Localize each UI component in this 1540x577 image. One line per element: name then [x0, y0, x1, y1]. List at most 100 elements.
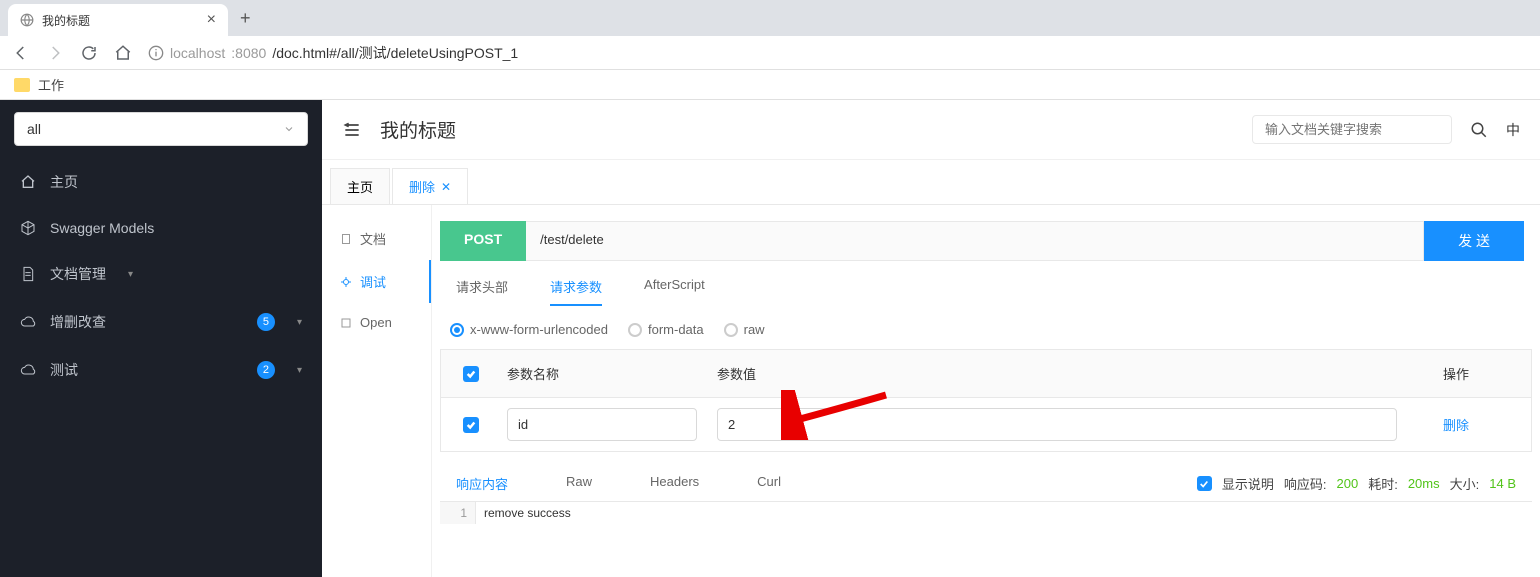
- api-group-select[interactable]: all: [14, 112, 308, 146]
- param-value-input[interactable]: [717, 408, 1397, 441]
- status-value: 200: [1337, 476, 1359, 491]
- file-icon: [20, 266, 36, 282]
- forward-icon[interactable]: [46, 44, 64, 62]
- bookmark-item[interactable]: 工作: [38, 75, 64, 94]
- subnav-open[interactable]: Open: [322, 303, 431, 342]
- radio-icon: [628, 323, 642, 337]
- url-host: localhost: [170, 45, 225, 61]
- sidebar-item-test[interactable]: 测试 2 ▾: [0, 346, 322, 394]
- response-body: 1 remove success: [440, 501, 1532, 524]
- search-icon[interactable]: [1470, 121, 1488, 139]
- subnav-debug[interactable]: 调试: [322, 260, 431, 303]
- col-name: 参数名称: [501, 354, 711, 393]
- radio-icon: [724, 323, 738, 337]
- method-badge: POST: [440, 221, 526, 261]
- show-desc-label: 显示说明: [1222, 474, 1274, 493]
- bookmark-bar: 工作: [0, 70, 1540, 100]
- api-select-value: all: [27, 121, 41, 137]
- tab-home[interactable]: 主页: [330, 168, 390, 204]
- resptab-content[interactable]: 响应内容: [456, 474, 508, 493]
- resptab-curl[interactable]: Curl: [757, 474, 781, 493]
- close-icon[interactable]: ✕: [441, 180, 451, 194]
- new-tab-button[interactable]: +: [228, 8, 263, 29]
- param-table: 参数名称 参数值 操作: [440, 349, 1532, 452]
- col-op: 操作: [1431, 350, 1531, 397]
- cloud-icon: [20, 314, 36, 330]
- sidebar-item-label: Swagger Models: [50, 220, 154, 236]
- request-path[interactable]: /test/delete: [526, 221, 1424, 261]
- chevron-down-icon: ▾: [128, 269, 133, 280]
- browser-chrome: 我的标题 × + localhost:8080/doc.html#/all/测试…: [0, 0, 1540, 100]
- chevron-down-icon: [283, 123, 295, 135]
- doc-area: POST /test/delete 发 送 请求头部 请求参数 AfterScr…: [432, 205, 1540, 577]
- open-icon: [340, 317, 352, 329]
- status-label: 响应码:: [1284, 474, 1327, 493]
- show-desc-checkbox[interactable]: [1197, 476, 1212, 491]
- enc-raw[interactable]: raw: [724, 322, 765, 337]
- page-tabs: 主页 删除 ✕: [322, 160, 1540, 204]
- main-content: 我的标题 中 主页 删除 ✕ 文档 调试: [322, 100, 1540, 577]
- delete-param-link[interactable]: 删除: [1443, 418, 1469, 433]
- sidebar-item-models[interactable]: Swagger Models: [0, 206, 322, 250]
- request-tabs: 请求头部 请求参数 AfterScript: [432, 261, 1540, 316]
- row-checkbox[interactable]: [463, 417, 479, 433]
- sidebar: all 主页 Swagger Models 文档管理 ▾ 增删改查 5 ▾ 测试…: [0, 100, 322, 577]
- back-icon[interactable]: [12, 44, 30, 62]
- count-badge: 2: [257, 361, 275, 379]
- url-path: /doc.html#/all/测试/deleteUsingPOST_1: [272, 43, 518, 63]
- sidebar-item-crud[interactable]: 增删改查 5 ▾: [0, 298, 322, 346]
- close-icon[interactable]: ×: [207, 11, 216, 29]
- search-input[interactable]: [1252, 115, 1452, 144]
- collapse-icon[interactable]: [342, 120, 362, 140]
- sidebar-item-label: 增删改查: [50, 312, 106, 332]
- time-label: 耗时:: [1368, 474, 1398, 493]
- reqtab-afterscript[interactable]: AfterScript: [644, 277, 705, 306]
- page-header: 我的标题 中: [322, 100, 1540, 160]
- table-header: 参数名称 参数值 操作: [441, 350, 1531, 398]
- reqtab-headers[interactable]: 请求头部: [456, 277, 508, 306]
- subnav-doc[interactable]: 文档: [322, 217, 431, 260]
- home-icon[interactable]: [114, 44, 132, 62]
- subnav-label: Open: [360, 315, 392, 330]
- tab-label: 主页: [347, 177, 373, 196]
- enc-urlencoded[interactable]: x-www-form-urlencoded: [450, 322, 608, 337]
- address-bar: localhost:8080/doc.html#/all/测试/deleteUs…: [0, 36, 1540, 70]
- language-toggle[interactable]: 中: [1506, 120, 1520, 140]
- col-value: 参数值: [711, 354, 1431, 393]
- browser-tab-bar: 我的标题 × +: [0, 0, 1540, 36]
- count-badge: 5: [257, 313, 275, 331]
- resptab-headers[interactable]: Headers: [650, 474, 699, 493]
- table-row: 删除: [441, 398, 1531, 451]
- reqtab-params[interactable]: 请求参数: [550, 277, 602, 306]
- request-url-row: POST /test/delete 发 送: [440, 221, 1524, 261]
- browser-tab-title: 我的标题: [42, 12, 90, 29]
- page-title: 我的标题: [380, 116, 1234, 143]
- response-meta: 显示说明 响应码: 200 耗时: 20ms 大小: 14 B: [1197, 474, 1516, 493]
- cube-icon: [20, 220, 36, 236]
- chevron-down-icon: ▾: [297, 317, 302, 328]
- bug-icon: [340, 276, 352, 288]
- param-name-input[interactable]: [507, 408, 697, 441]
- subnav-label: 文档: [360, 229, 386, 248]
- tab-delete[interactable]: 删除 ✕: [392, 168, 468, 204]
- browser-tab[interactable]: 我的标题 ×: [8, 4, 228, 36]
- send-button[interactable]: 发 送: [1424, 221, 1524, 261]
- chevron-down-icon: ▾: [297, 365, 302, 376]
- sidebar-item-docs[interactable]: 文档管理 ▾: [0, 250, 322, 298]
- resptab-raw[interactable]: Raw: [566, 474, 592, 493]
- sidebar-item-home[interactable]: 主页: [0, 158, 322, 206]
- sub-nav: 文档 调试 Open: [322, 205, 432, 577]
- select-all-checkbox[interactable]: [463, 366, 479, 382]
- tab-label: 删除: [409, 177, 435, 196]
- url-input[interactable]: localhost:8080/doc.html#/all/测试/deleteUs…: [148, 43, 518, 63]
- response-tabs-row: 响应内容 Raw Headers Curl 显示说明 响应码: 200 耗时: …: [432, 452, 1540, 501]
- folder-icon: [14, 78, 30, 92]
- info-icon: [148, 45, 164, 61]
- response-text[interactable]: remove success: [476, 502, 1532, 524]
- size-label: 大小:: [1450, 474, 1480, 493]
- reload-icon[interactable]: [80, 44, 98, 62]
- doc-icon: [340, 233, 352, 245]
- encoding-row: x-www-form-urlencoded form-data raw: [432, 316, 1540, 349]
- line-gutter: 1: [440, 502, 476, 524]
- enc-formdata[interactable]: form-data: [628, 322, 704, 337]
